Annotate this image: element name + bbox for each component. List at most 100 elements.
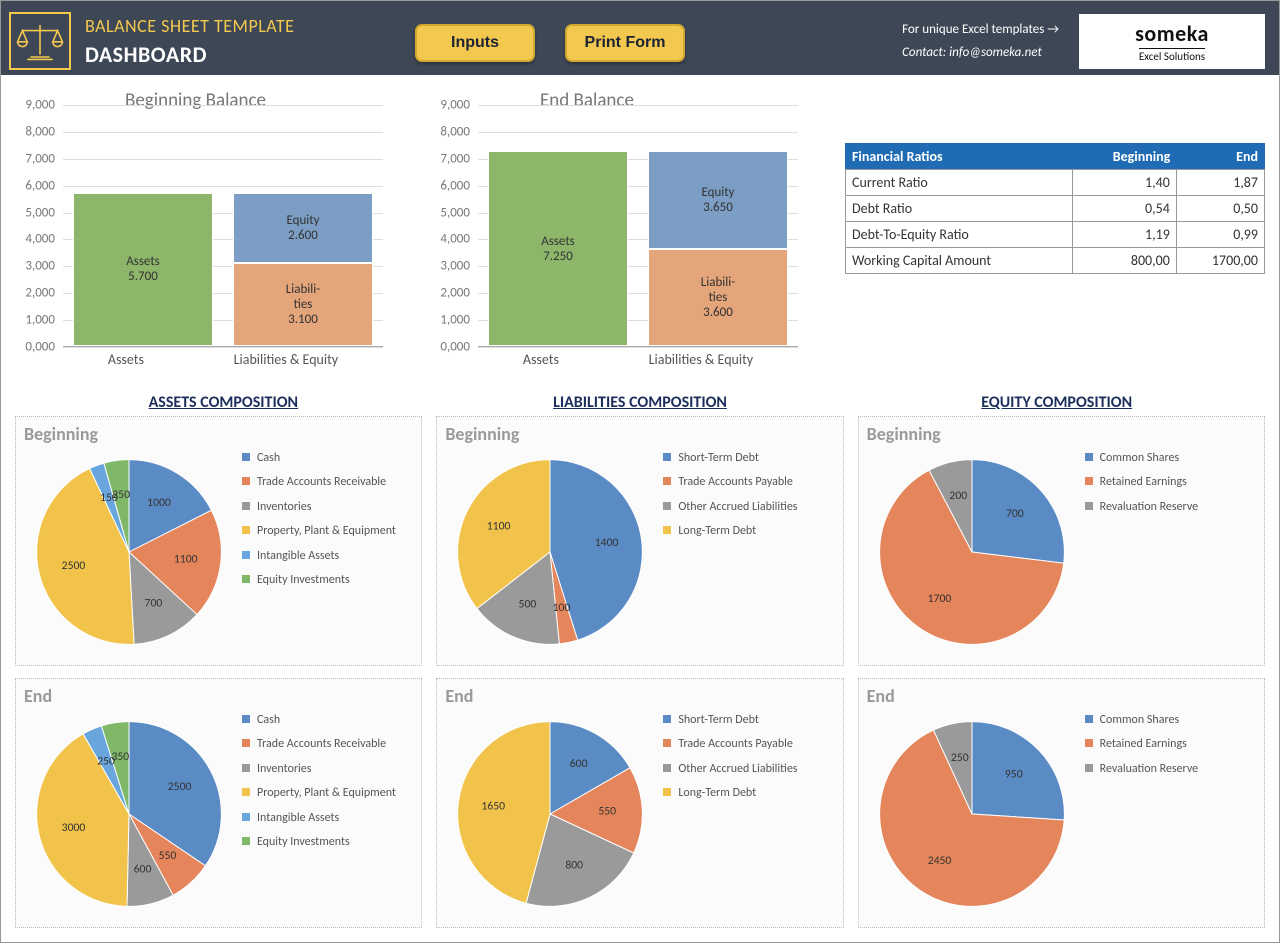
y-tick-label: 6,000 — [430, 178, 470, 193]
y-tick-label: 1,000 — [15, 313, 55, 328]
financial-ratios-table: Financial Ratios Beginning End Current R… — [845, 143, 1265, 375]
legend: Cash Trade Accounts Receivable Inventories… — [242, 447, 413, 657]
pie-value-label: 2450 — [927, 854, 951, 868]
header: BALANCE SHEET TEMPLATE DASHBOARD Inputs … — [1, 1, 1279, 75]
period-label: Beginning — [867, 423, 1256, 445]
legend-swatch — [242, 453, 250, 461]
legend-swatch — [242, 739, 250, 747]
legend-label: Cash — [257, 451, 280, 465]
y-tick-label: 1,000 — [430, 313, 470, 328]
legend-item: Trade Accounts Payable — [663, 737, 834, 751]
y-tick-label: 5,000 — [430, 205, 470, 220]
y-tick-label: 7,000 — [430, 151, 470, 166]
period-label: Beginning — [24, 423, 413, 445]
pie-plot: 14001005001100 — [445, 447, 655, 657]
legend-item: Long-Term Debt — [663, 786, 834, 800]
pie-value-label: 2500 — [62, 559, 86, 573]
legend-label: Retained Earnings — [1100, 737, 1187, 751]
legend-label: Trade Accounts Payable — [678, 737, 793, 751]
table-row: Working Capital Amount800,001700,00 — [846, 248, 1265, 274]
pie-value-label: 2500 — [168, 780, 192, 794]
y-tick-label: 9,000 — [430, 98, 470, 113]
pie-plot: 6005508001650 — [445, 709, 655, 919]
pie-plot: 7001700200 — [867, 447, 1077, 657]
pie-value-label: 700 — [145, 597, 163, 611]
legend-swatch — [663, 715, 671, 723]
pie-value-label: 100 — [553, 601, 571, 615]
legend-swatch — [242, 715, 250, 723]
y-tick-label: 2,000 — [15, 286, 55, 301]
legend-label: Intangible Assets — [257, 549, 339, 563]
x-tick-label: Assets — [108, 351, 144, 368]
legend-swatch — [1085, 715, 1093, 723]
y-tick-label: 2,000 — [430, 286, 470, 301]
pie-plot: 100011007002500150250 — [24, 447, 234, 657]
y-tick-label: 3,000 — [15, 259, 55, 274]
pie-chart-pie_assets_end: End 25005506003000250350 CashTrade Accou… — [15, 678, 422, 928]
x-tick-label: Assets — [523, 351, 559, 368]
pie-chart-pie_assets_beg: Beginning 100011007002500150250 CashTrad… — [15, 416, 422, 666]
legend-item: Property, Plant & Equipment — [242, 524, 413, 538]
legend-label: Inventories — [257, 762, 311, 776]
legend-item: Common Shares — [1085, 451, 1256, 465]
legend-swatch — [242, 526, 250, 534]
legend-swatch — [1085, 764, 1093, 772]
legend-swatch — [663, 453, 671, 461]
legend-swatch — [663, 502, 671, 510]
legend-item: Other Accrued Liabilities — [663, 762, 834, 776]
pie-value-label: 250 — [951, 751, 969, 765]
pie-chart-pie_equity_end: End 9502450250 Common SharesRetained Ear… — [858, 678, 1265, 928]
legend-label: Other Accrued Liabilities — [678, 500, 797, 514]
legend-label: Long-Term Debt — [678, 786, 756, 800]
legend-swatch — [242, 813, 250, 821]
x-tick-label: Liabilities & Equity — [649, 351, 754, 368]
pie-value-label: 600 — [570, 757, 588, 771]
period-label: Beginning — [445, 423, 834, 445]
inputs-button[interactable]: Inputs — [415, 24, 535, 62]
legend-swatch — [242, 764, 250, 772]
ratio-name: Debt-To-Equity Ratio — [846, 222, 1073, 248]
bar-equity: Equity2.600 — [233, 193, 373, 263]
header-titles: BALANCE SHEET TEMPLATE DASHBOARD — [85, 15, 345, 68]
beginning-balance-chart: Beginning Balance 0,0001,0002,0003,0004,… — [15, 85, 395, 375]
table-row: Current Ratio1,401,87 — [846, 170, 1265, 196]
pie-value-label: 800 — [566, 859, 584, 873]
x-tick-label: Liabilities & Equity — [234, 351, 339, 368]
legend: Common SharesRetained EarningsRevaluatio… — [1085, 709, 1256, 919]
legend-item: Inventories — [242, 500, 413, 514]
ratios-header-name: Financial Ratios — [846, 144, 1073, 170]
pie-chart-pie_equity_beg: Beginning 7001700200 Common SharesRetain… — [858, 416, 1265, 666]
legend-label: Long-Term Debt — [678, 524, 756, 538]
legend-item: Trade Accounts Payable — [663, 475, 834, 489]
assets-composition-title: ASSETS COMPOSITION — [15, 393, 432, 412]
period-label: End — [445, 685, 834, 707]
legend-label: Inventories — [257, 500, 311, 514]
print-form-button[interactable]: Print Form — [565, 24, 685, 62]
legend-item: Intangible Assets — [242, 549, 413, 563]
someka-logo: someka Excel Solutions — [1079, 14, 1265, 69]
ratio-end: 1700,00 — [1176, 248, 1264, 274]
legend-item: Trade Accounts Receivable — [242, 475, 413, 489]
equity-composition-title: EQUITY COMPOSITION — [848, 393, 1265, 412]
period-label: End — [867, 685, 1256, 707]
templates-link[interactable]: For unique Excel templates → — [902, 22, 1059, 37]
legend: Short-Term Debt Trade Accounts Payable Oth… — [663, 447, 834, 657]
legend-swatch — [663, 764, 671, 772]
ratio-end: 1,87 — [1176, 170, 1264, 196]
legend-swatch — [242, 477, 250, 485]
table-row: Debt Ratio0,540,50 — [846, 196, 1265, 222]
legend-label: Intangible Assets — [257, 811, 339, 825]
y-tick-label: 8,000 — [15, 124, 55, 139]
ratio-beginning: 1,19 — [1072, 222, 1176, 248]
legend-swatch — [663, 526, 671, 534]
pie-value-label: 500 — [519, 597, 537, 611]
legend: Common SharesRetained EarningsRevaluatio… — [1085, 447, 1256, 657]
y-tick-label: 6,000 — [15, 178, 55, 193]
composition-headers: ASSETS COMPOSITION LIABILITIES COMPOSITI… — [15, 393, 1265, 412]
ratio-beginning: 0,54 — [1072, 196, 1176, 222]
legend-item: Short-Term Debt — [663, 451, 834, 465]
y-tick-label: 4,000 — [15, 232, 55, 247]
pie-value-label: 350 — [111, 750, 129, 764]
pie-plot: 25005506003000250350 — [24, 709, 234, 919]
legend-item: Cash — [242, 713, 413, 727]
